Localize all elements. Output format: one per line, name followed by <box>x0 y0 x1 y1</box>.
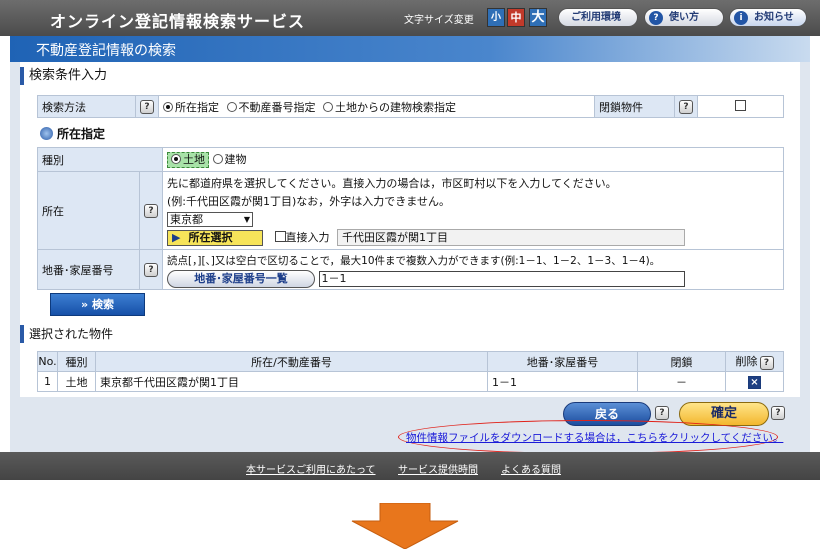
direct-input-label: 直接入力 <box>285 230 330 244</box>
method-number-label: 不動産番号指定 <box>238 100 316 114</box>
search-method-help-cell: ? <box>135 95 159 118</box>
method-location-radio[interactable]: 所在指定 <box>163 101 219 114</box>
method-building-radio[interactable]: 土地からの建物検索指定 <box>323 101 456 114</box>
location-inputs: 先に都道府県を選択してください。直接入力の場合は，市区町村以下を入力してください… <box>162 171 784 250</box>
row-lot-number: 1－1 <box>487 371 638 392</box>
location-table: 種別 土地 建物 所在 ? 先に都道府県を選択してください。直接入力の場合は，市… <box>37 147 784 290</box>
info-icon: i <box>734 11 748 25</box>
col-no: No. <box>37 351 58 372</box>
search-method-table: 検索方法 ? 所在指定 不動産番号指定 土地からの建物検索指定 閉鎖物件 ? <box>37 95 784 118</box>
font-size-medium-button[interactable]: 中 <box>507 8 525 27</box>
lot-number-input[interactable]: 1－1 <box>318 270 685 287</box>
row-type: 土地 <box>57 371 96 392</box>
location-instruction-2: (例:千代田区霞が関1丁目)なお，外字は入力できません。 <box>167 194 450 208</box>
lot-instruction: 読点[，][、]又は空白で区切ることで，最大10件まで複数入力ができます(例:1… <box>167 254 661 267</box>
lot-number-list-button[interactable]: 地番･家屋番号一覧 <box>167 269 315 288</box>
col-location: 所在/不動産番号 <box>95 351 488 372</box>
row-closed: － <box>637 371 726 392</box>
help-icon[interactable]: ? <box>771 406 785 420</box>
font-size-large-button[interactable]: 大 <box>529 8 547 27</box>
type-land-label: 土地 <box>183 153 205 166</box>
news-label: お知らせ <box>754 12 794 23</box>
search-method-label: 検索方法 <box>37 95 136 118</box>
closed-checkbox-cell <box>697 95 784 118</box>
closed-property-checkbox[interactable] <box>735 100 746 111</box>
help-icon[interactable]: ? <box>144 263 158 277</box>
closed-help-cell: ? <box>674 95 698 118</box>
footer-faq-link[interactable]: よくある質問 <box>501 461 561 476</box>
footer-hours-link[interactable]: サービス提供時間 <box>398 461 478 476</box>
radio-icon <box>323 101 333 112</box>
delete-checkbox[interactable]: × <box>748 375 761 389</box>
selected-properties-heading: 選択された物件 <box>20 325 113 343</box>
table-row: 1 土地 東京都千代田区霞が関1丁目 1－1 － × <box>37 371 784 392</box>
search-button[interactable]: » 検索 <box>50 293 145 316</box>
page-title-bar: 不動産登記情報の検索 <box>10 36 810 62</box>
help-icon[interactable]: ? <box>140 100 154 114</box>
help-icon[interactable]: ? <box>655 406 669 420</box>
method-location-label: 所在指定 <box>175 100 219 114</box>
footer: 本サービスご利用にあたって サービス提供時間 よくある質問 <box>0 452 820 480</box>
app-title: オンライン登記情報検索サービス <box>50 12 306 31</box>
type-label: 種別 <box>37 147 163 172</box>
closed-property-label: 閉鎖物件 <box>594 95 675 118</box>
method-number-radio[interactable]: 不動産番号指定 <box>226 100 316 114</box>
news-button[interactable]: i お知らせ <box>729 8 807 27</box>
lot-inputs: 読点[，][、]又は空白で区切ることで，最大10件まで複数入力ができます(例:1… <box>162 249 784 290</box>
help-icon: ? <box>649 11 663 25</box>
radio-checked-icon <box>163 101 173 112</box>
section-bullet-icon <box>40 127 53 140</box>
help-icon[interactable]: ? <box>144 204 158 218</box>
radio-icon <box>226 101 237 112</box>
help-icon[interactable]: ? <box>679 100 693 114</box>
top-bar: オンライン登記情報検索サービス 文字サイズ変更 小 中 大 ご利用環境 ? 使い… <box>0 0 820 36</box>
help-icon[interactable]: ? <box>759 356 774 370</box>
col-lot-number: 地番･家屋番号 <box>487 351 638 372</box>
environment-button[interactable]: ご利用環境 <box>558 8 638 27</box>
page-title: 不動産登記情報の検索 <box>36 43 176 59</box>
direct-input-checkbox[interactable]: 直接入力 <box>274 230 330 244</box>
method-building-label: 土地からの建物検索指定 <box>335 100 456 114</box>
down-arrow-icon <box>351 503 459 549</box>
type-options: 土地 建物 <box>162 147 784 172</box>
radio-checked-icon <box>171 154 181 164</box>
col-closed: 閉鎖 <box>637 351 726 372</box>
download-file-link[interactable]: 物件情報ファイルをダウンロードする場合は，こちらをクリックしてください。 <box>406 430 783 445</box>
search-conditions-heading: 検索条件入力 <box>20 67 107 85</box>
location-select-label: 所在選択 <box>188 230 233 244</box>
how-to-use-label: 使い方 <box>669 12 699 23</box>
row-delete-cell: × <box>725 371 784 392</box>
how-to-use-button[interactable]: ? 使い方 <box>644 8 724 27</box>
search-method-options: 所在指定 不動産番号指定 土地からの建物検索指定 <box>158 95 595 118</box>
col-type: 種別 <box>57 351 96 372</box>
prefecture-select[interactable]: 東京都 <box>167 211 253 227</box>
lot-number-label: 地番･家屋番号 <box>37 249 140 290</box>
col-delete-label: 削除 <box>735 355 758 368</box>
play-arrow-icon: ▶ <box>172 230 181 244</box>
footer-terms-link[interactable]: 本サービスご利用にあたって <box>246 461 376 476</box>
location-help-cell: ? <box>139 171 163 250</box>
selected-properties-table: No. 種別 所在/不動産番号 地番･家屋番号 閉鎖 削除? 1 土地 東京都千… <box>37 351 784 392</box>
location-section-title: 所在指定 <box>57 127 106 141</box>
radio-icon <box>212 154 223 164</box>
location-text-field[interactable]: 千代田区霞が関1丁目 <box>337 228 685 246</box>
col-delete: 削除? <box>725 351 784 372</box>
lot-help-cell: ? <box>139 249 163 290</box>
font-size-small-button[interactable]: 小 <box>487 8 505 27</box>
type-building-radio[interactable]: 建物 <box>212 153 247 166</box>
location-instruction-1: 先に都道府県を選択してください。直接入力の場合は，市区町村以下を入力してください… <box>167 176 617 190</box>
row-location: 東京都千代田区霞が関1丁目 <box>95 371 488 392</box>
location-label: 所在 <box>37 171 140 250</box>
type-building-label: 建物 <box>224 153 247 166</box>
font-size-label: 文字サイズ変更 <box>404 15 474 26</box>
checkbox-icon <box>274 230 286 242</box>
row-no: 1 <box>37 371 58 392</box>
location-select-button[interactable]: ▶ 所在選択 <box>167 229 263 246</box>
location-section-heading: 所在指定 <box>40 125 105 142</box>
type-land-radio[interactable]: 土地 <box>167 152 209 168</box>
